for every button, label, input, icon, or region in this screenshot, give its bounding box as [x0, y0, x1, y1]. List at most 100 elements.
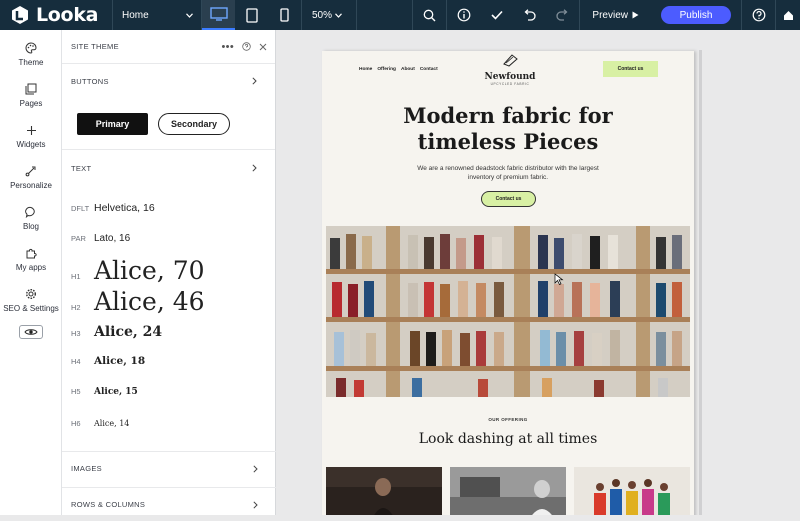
text-style-dflt[interactable]: DFLT Helvetica, 16 [71, 202, 155, 214]
text-style-h5[interactable]: H5 Alice, 15 [71, 387, 138, 397]
thread-spools-image[interactable] [326, 226, 690, 397]
text-style-tag: DFLT [71, 204, 90, 213]
looka-logo[interactable]: Looka [0, 0, 112, 30]
sidebar-item-widgets[interactable]: Widgets [0, 116, 62, 157]
images-section-header[interactable]: IMAGES [62, 451, 276, 485]
undo-button[interactable] [513, 0, 546, 30]
rows-columns-section-header[interactable]: ROWS & COLUMNS [62, 487, 276, 521]
publish-button[interactable]: Publish [661, 6, 731, 24]
text-style-h3[interactable]: H3 Alice, 24 [71, 324, 162, 340]
hero-contact-button[interactable]: Contact us [481, 191, 536, 207]
left-icon-bar: Theme Pages Widgets Personalize Blog My … [0, 30, 62, 515]
offering-image-2[interactable] [450, 467, 566, 515]
info-icon [457, 8, 471, 22]
text-section-label: TEXT [71, 163, 92, 173]
zoom-selector[interactable]: 50% [302, 0, 348, 30]
home-button[interactable] [776, 0, 800, 30]
gear-icon [25, 288, 37, 300]
sidebar-item-theme[interactable]: Theme [0, 34, 62, 75]
sidebar-item-label: Theme [18, 58, 44, 67]
help-icon[interactable] [242, 42, 251, 51]
editor-canvas[interactable]: Home Offering About Contact Newfound UPC… [277, 30, 800, 515]
nav-contact-button[interactable]: Contact us [603, 61, 658, 77]
offering-title[interactable]: Look dashing at all times [322, 431, 694, 447]
text-style-value: Alice, 14 [94, 419, 130, 428]
chevron-right-icon [253, 500, 258, 509]
site-logo[interactable]: Newfound UPCYCLED FABRIC [480, 53, 540, 86]
help-button[interactable] [742, 0, 775, 30]
site-page-preview[interactable]: Home Offering About Contact Newfound UPC… [322, 51, 694, 515]
chat-bubble-icon [25, 206, 35, 218]
sidebar-item-label: Widgets [16, 139, 46, 149]
eye-icon [23, 329, 38, 335]
redo-button[interactable] [546, 0, 579, 30]
text-style-h6[interactable]: H6 Alice, 14 [71, 419, 129, 428]
offering-image-1[interactable] [326, 467, 442, 515]
preview-button[interactable]: Preview [580, 0, 651, 30]
desktop-icon [209, 7, 228, 21]
tablet-view-button[interactable] [235, 0, 268, 30]
undo-icon [524, 9, 537, 21]
site-nav-item[interactable]: Home [359, 67, 372, 72]
more-options-icon[interactable]: ••• [222, 41, 234, 52]
sidebar-item-seo-settings[interactable]: SEO & Settings [0, 280, 62, 321]
preview-toggle-button[interactable] [18, 325, 43, 339]
play-icon [632, 11, 639, 19]
text-style-h4[interactable]: H4 Alice, 18 [71, 355, 145, 367]
search-button[interactable] [413, 0, 446, 30]
site-nav-item[interactable]: Contact [420, 67, 438, 72]
hero-title-line: Modern fabric for [403, 103, 613, 128]
hero-subtitle[interactable]: We are a renowned deadstock fabric distr… [415, 164, 601, 182]
text-style-h2[interactable]: H2 Alice, 46 [71, 287, 205, 316]
chevron-right-icon [253, 464, 258, 473]
text-style-h1[interactable]: H1 Alice, 70 [71, 256, 205, 285]
sidebar-item-personalize[interactable]: Personalize [0, 157, 62, 198]
text-style-value: Helvetica, 16 [94, 202, 155, 214]
check-button[interactable] [480, 0, 513, 30]
chevron-down-icon [335, 12, 342, 18]
sidebar-item-pages[interactable]: Pages [0, 75, 62, 116]
mobile-icon [280, 8, 289, 22]
sidebar-item-label: Blog [22, 222, 39, 231]
secondary-button-style[interactable]: Secondary [158, 112, 230, 135]
sidebar-item-label: SEO & Settings [3, 304, 59, 313]
personalize-icon [25, 166, 36, 177]
text-style-value: Alice, 18 [94, 355, 146, 367]
text-style-value: Alice, 46 [94, 287, 205, 316]
text-style-tag: H2 [71, 303, 81, 312]
sidebar-item-blog[interactable]: Blog [0, 198, 62, 239]
site-brand-name: Newfound [484, 72, 536, 82]
hero-title[interactable]: Modern fabric for timeless Pieces [322, 103, 694, 155]
sidebar-item-my-apps[interactable]: My apps [0, 239, 62, 280]
page-selector[interactable]: Home [113, 0, 201, 30]
page-selector-value: Home [122, 9, 149, 21]
text-style-tag: H1 [71, 272, 81, 281]
offering-image-3[interactable] [574, 467, 690, 515]
chevron-right-icon [252, 77, 257, 85]
text-section-header[interactable]: TEXT [62, 150, 275, 186]
text-style-value: Alice, 24 [94, 324, 163, 340]
site-nav-item[interactable]: Offering [377, 67, 396, 72]
fabric-roll-icon [503, 54, 518, 67]
mobile-view-button[interactable] [268, 0, 301, 30]
panel-title: SITE THEME [71, 42, 119, 51]
looka-logo-icon [12, 6, 28, 24]
buttons-section-label: BUTTONS [71, 76, 109, 86]
primary-button-style[interactable]: Primary [77, 112, 148, 135]
images-section-label: IMAGES [71, 464, 102, 473]
info-button[interactable] [447, 0, 480, 30]
buttons-section-header[interactable]: BUTTONS [62, 64, 275, 98]
pages-icon [25, 83, 37, 95]
site-theme-panel: SITE THEME ••• BUTTONS Primary Secondary… [62, 30, 276, 515]
close-icon[interactable] [259, 43, 267, 51]
site-brand-tagline: UPCYCLED FABRIC [490, 82, 530, 86]
canvas-scrollbar[interactable] [699, 50, 702, 515]
tablet-icon [245, 7, 258, 23]
text-style-tag: H3 [71, 329, 81, 338]
site-nav-item[interactable]: About [401, 67, 415, 72]
offering-eyebrow[interactable]: OUR OFFERING [322, 417, 694, 422]
site-nav: Home Offering About Contact [359, 67, 438, 72]
desktop-view-button[interactable] [202, 0, 235, 30]
text-style-par[interactable]: PAR Lato, 16 [71, 233, 130, 244]
text-style-tag: PAR [71, 234, 86, 243]
